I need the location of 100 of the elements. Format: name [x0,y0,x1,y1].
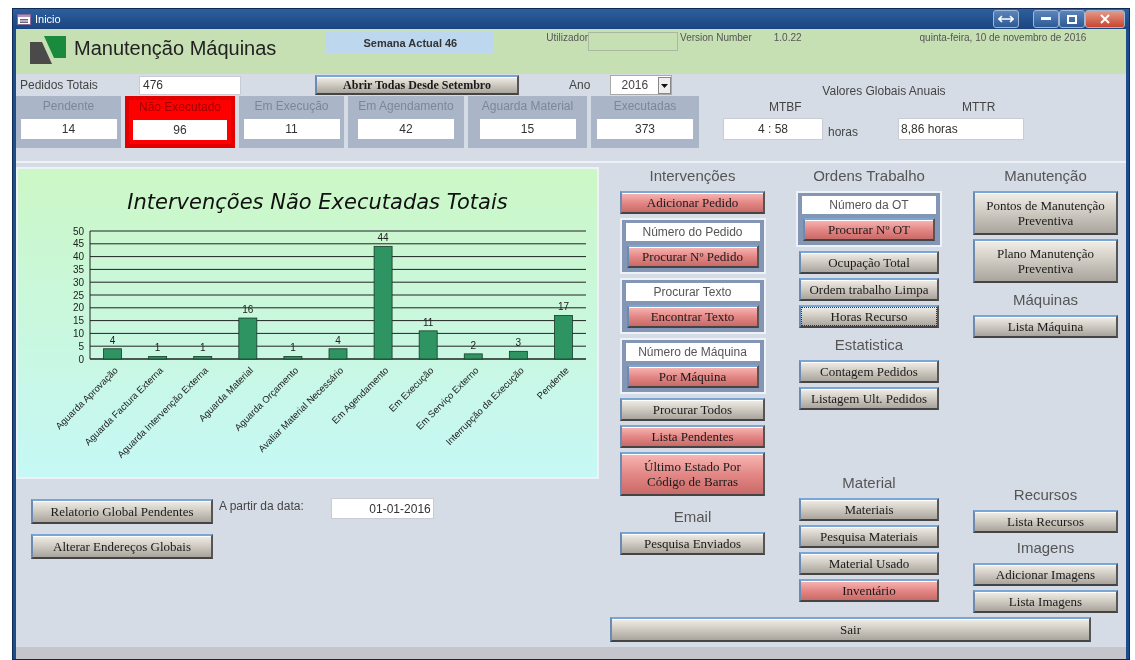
menu-button[interactable]: Horas Recurso [799,305,939,328]
data-label: 44 [377,232,389,244]
field-label: Ano [569,78,591,92]
search-button[interactable]: Procurar Nº OT [803,218,935,241]
status-label: Não Executado [138,100,222,114]
bar [238,317,258,360]
axis-tick-label: 5 [78,340,84,352]
mttr-field[interactable]: 8,86 horas [898,118,1025,140]
menu-button[interactable]: Adicionar Pedido [620,191,765,214]
section-heading: Manutenção [1004,167,1087,184]
mtbf-field[interactable]: 4 : 58 [723,118,823,140]
menu-button[interactable]: Lista Recursos [973,510,1118,533]
menu-button[interactable]: Procurar Todos [620,398,765,421]
search-button[interactable]: Encontrar Texto [626,305,759,328]
status-count: 15 [479,119,576,139]
bar [193,356,213,360]
minimize-icon [1041,17,1051,21]
data-label: 1 [290,342,296,354]
menu-button[interactable]: Inventário [799,579,939,602]
menu-button[interactable]: Lista Imagens [973,590,1118,613]
form-icon [17,13,31,25]
user-field[interactable] [588,32,679,51]
chart-title: Intervenções Não Executadas Totais [127,190,508,214]
axis-tick-label: 50 [72,225,84,237]
close-button[interactable] [1085,10,1125,28]
unit-label: horas [828,125,859,139]
field-label: Utilizador [546,32,589,43]
section-heading: Material [842,474,896,491]
bar [103,348,122,360]
report-button[interactable]: Alterar Endereços Globais [31,534,213,559]
report-button[interactable]: Relatorio Global Pendentes [31,499,213,524]
search-field[interactable]: Procurar Texto [625,283,760,301]
data-label: 1 [199,342,206,354]
bar [148,356,168,360]
status-count: 14 [20,119,117,139]
section-heading: Imagens [1016,539,1075,556]
axis-tick-label: 0 [78,353,84,365]
search-field[interactable]: Número da OT [802,196,936,214]
section-heading: Recursos [1013,486,1078,503]
menu-button[interactable]: Contagem Pedidos [799,360,939,383]
data-label: 1 [154,342,161,354]
app-title: Manutenção Máquinas [74,37,277,60]
search-field[interactable]: Número de Máquina [625,343,760,361]
menu-button[interactable]: Ocupação Total [799,251,939,274]
menu-button[interactable]: Ordem trabalho Limpa [799,278,939,301]
axis-tick-label: 10 [72,327,84,339]
field-label: Version Number [680,32,752,43]
section-heading: Estatistica [834,336,904,353]
restore-window-button[interactable] [993,10,1019,28]
window-title: Inicio [35,13,61,25]
maximize-icon [1067,14,1077,24]
field-label: Pedidos Totais [20,78,99,92]
exit-button[interactable]: Sair [610,617,1091,642]
status-tile[interactable]: Não Executado 96 [125,96,235,148]
menu-button[interactable]: Pesquisa Materiais [799,525,939,548]
total-field[interactable]: 476 [139,75,241,95]
search-button[interactable]: Procurar Nº Pedido [626,245,759,268]
bar [418,330,438,360]
status-count: 42 [358,119,454,139]
status-count: 96 [133,120,227,140]
search-field[interactable]: Número do Pedido [625,223,760,241]
menu-button[interactable]: Pontos de Manutenção Preventiva [973,191,1118,235]
section-heading: Ordens Trabalho [813,167,925,184]
data-label: 4 [335,334,341,346]
menu-button[interactable]: Plano Manutenção Preventiva [973,239,1118,283]
bar [463,353,483,360]
menu-button[interactable]: Listagem Ult. Pedidos [799,387,939,410]
bar [508,350,528,360]
menu-button[interactable]: Lista Pendentes [620,425,765,448]
menu-button[interactable]: Material Usado [799,552,939,575]
field-label: MTBF [769,100,803,114]
menu-button[interactable]: Adicionar Imagens [973,563,1118,586]
minimize-button[interactable] [1033,10,1059,28]
field-label: A partir da data: [219,499,304,513]
date-field[interactable]: 01-01-2016 [330,498,434,519]
year-dropdown[interactable]: 2016 [610,75,673,95]
bar [554,315,573,360]
menu-button[interactable]: Materiais [799,498,939,521]
axis-tick-label: 40 [72,251,84,263]
axis-tick-label: 15 [72,315,84,327]
maximize-button[interactable] [1059,10,1085,28]
logo-icon [30,36,66,64]
open-all-button[interactable]: Abrir Todas Desde Setembro [315,75,519,95]
menu-button[interactable]: Último Estado Por Código de Barras [620,452,765,496]
data-label: 2 [470,339,477,351]
search-button[interactable]: Por Máquina [626,365,759,388]
bar [283,356,303,360]
menu-button[interactable]: Lista Máquina [973,315,1118,338]
data-label: 4 [109,334,116,346]
axis-tick-label: 30 [72,276,84,288]
bar [328,348,348,360]
section-heading: Máquinas [1012,291,1078,308]
week-banner: Semana Actual 46 [326,32,495,54]
axis-tick-label: 35 [72,263,84,275]
status-count: 373 [597,119,693,139]
section-heading: Email [673,508,712,525]
menu-button[interactable]: Pesquisa Enviados [620,532,765,555]
axis-tick-label: 20 [72,302,84,314]
version-text: 1.0.22 [773,32,802,43]
section-heading: Intervenções [649,167,736,184]
